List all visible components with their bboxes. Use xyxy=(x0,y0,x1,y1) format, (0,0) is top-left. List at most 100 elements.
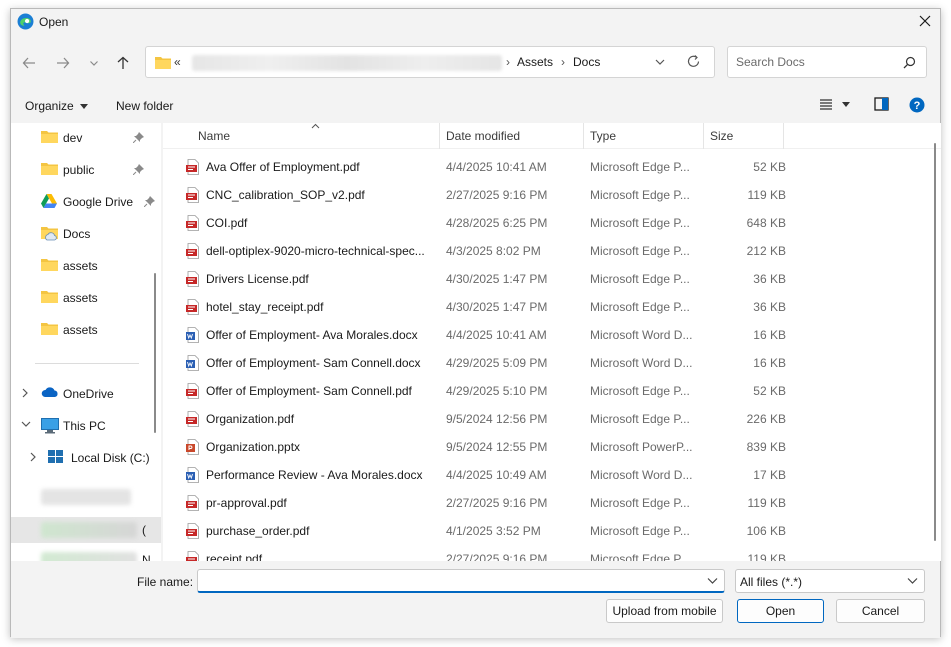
file-type-value: All files (*.*) xyxy=(740,575,803,589)
file-row[interactable]: Offer of Employment- Sam Connell.pdf 4/29… xyxy=(163,377,923,405)
close-button[interactable] xyxy=(910,9,940,33)
breadcrumb-assets[interactable]: Assets xyxy=(517,55,553,69)
file-date: 4/4/2025 10:49 AM xyxy=(446,468,547,482)
sidebar-item-this-pc[interactable]: This PC xyxy=(11,413,161,439)
sidebar-item-assets[interactable]: assets xyxy=(11,285,161,311)
file-row[interactable]: hotel_stay_receipt.pdf 4/30/2025 1:47 PM M… xyxy=(163,293,923,321)
file-date: 2/27/2025 9:16 PM xyxy=(446,552,548,561)
sidebar-item-google-drive[interactable]: Google Drive xyxy=(11,189,161,215)
file-row[interactable]: purchase_order.pdf 4/1/2025 3:52 PM Micros… xyxy=(163,517,923,545)
file-row[interactable]: COI.pdf 4/28/2025 6:25 PM Microsoft Edge P… xyxy=(163,209,923,237)
file-type: Microsoft Word D... xyxy=(590,328,693,342)
computer-icon xyxy=(41,418,59,434)
sidebar-item-dev[interactable]: dev xyxy=(11,125,161,151)
sidebar-item-redacted[interactable]: ( xyxy=(11,517,161,543)
file-row[interactable]: Ava Offer of Employment.pdf 4/4/2025 10:4… xyxy=(163,153,923,181)
pin-icon xyxy=(133,164,144,175)
file-name: Drivers License.pdf xyxy=(206,272,309,286)
sidebar-item-public[interactable]: public xyxy=(11,157,161,183)
chevron-right-icon[interactable] xyxy=(29,452,37,462)
file-row[interactable]: Organization.pdf 9/5/2024 12:56 PM Microso… xyxy=(163,405,923,433)
sidebar-item-assets[interactable]: assets xyxy=(11,317,161,343)
refresh-icon[interactable] xyxy=(686,54,701,69)
column-divider[interactable] xyxy=(439,123,440,149)
pdf-file-icon xyxy=(185,551,201,561)
column-name[interactable]: Name xyxy=(198,129,230,143)
new-folder-button[interactable]: New folder xyxy=(116,99,173,113)
sidebar-scrollbar[interactable] xyxy=(154,273,156,433)
file-name: purchase_order.pdf xyxy=(206,524,310,538)
file-row[interactable]: Organization.pptx 9/5/2024 12:55 PM Micros… xyxy=(163,433,923,461)
file-row[interactable]: Offer of Employment- Ava Morales.docx 4/4… xyxy=(163,321,923,349)
preview-pane-button[interactable] xyxy=(874,97,889,114)
organize-menu[interactable]: Organize xyxy=(25,99,89,113)
file-name: COI.pdf xyxy=(206,216,248,230)
sidebar-item-local-disk[interactable]: Local Disk (C:) xyxy=(11,445,161,471)
sidebar-divider xyxy=(35,363,139,364)
column-type[interactable]: Type xyxy=(590,129,616,143)
column-date-modified[interactable]: Date modified xyxy=(446,129,520,143)
file-size: 119 KB xyxy=(747,552,786,561)
breadcrumb-overflow[interactable]: « xyxy=(174,55,181,69)
cloud-folder-icon xyxy=(41,227,58,241)
file-name-combobox[interactable] xyxy=(197,569,725,593)
pdf-file-icon xyxy=(185,215,201,234)
chevron-down-icon[interactable] xyxy=(707,577,718,585)
file-row[interactable]: Drivers License.pdf 4/30/2025 1:47 PM Micr… xyxy=(163,265,923,293)
dialog-footer: File name: All files (*.*) Upload from m… xyxy=(11,561,940,638)
file-name-input[interactable] xyxy=(202,573,692,589)
column-divider[interactable] xyxy=(583,123,584,149)
help-button[interactable]: ? xyxy=(909,97,925,116)
file-row[interactable]: pr-approval.pdf 2/27/2025 9:16 PM Microsof… xyxy=(163,489,923,517)
cancel-button[interactable]: Cancel xyxy=(836,599,925,623)
file-row[interactable]: Offer of Employment- Sam Connell.docx 4/2… xyxy=(163,349,923,377)
folder-icon xyxy=(41,323,58,335)
folder-icon xyxy=(41,291,58,303)
column-divider[interactable] xyxy=(703,123,704,149)
file-type: Microsoft PowerP... xyxy=(590,440,693,454)
pdf-file-icon xyxy=(185,383,201,402)
forward-button[interactable] xyxy=(52,52,74,74)
breadcrumb-docs[interactable]: Docs xyxy=(573,55,600,69)
file-type: Microsoft Edge P... xyxy=(590,188,690,202)
view-options-button[interactable] xyxy=(819,97,851,114)
file-date: 4/1/2025 3:52 PM xyxy=(446,524,541,538)
chevron-down-icon[interactable] xyxy=(21,420,31,428)
file-row[interactable]: Performance Review - Ava Morales.docx 4/4… xyxy=(163,461,923,489)
upload-from-mobile-button[interactable]: Upload from mobile xyxy=(606,599,723,623)
caret-down-icon xyxy=(842,102,851,107)
sidebar-item-redacted[interactable]: N xyxy=(11,547,161,561)
column-divider[interactable] xyxy=(783,123,784,149)
chevron-down-icon[interactable] xyxy=(654,56,666,68)
up-button[interactable] xyxy=(112,52,134,74)
back-button[interactable] xyxy=(18,52,40,74)
file-row[interactable]: CNC_calibration_SOP_v2.pdf 2/27/2025 9:16… xyxy=(163,181,923,209)
redacted-label xyxy=(41,552,137,561)
search-input[interactable] xyxy=(736,54,896,70)
recent-locations-button[interactable] xyxy=(83,52,105,74)
redacted-item xyxy=(41,489,131,505)
file-list-scrollbar[interactable] xyxy=(934,143,936,541)
file-size: 16 KB xyxy=(753,356,786,370)
file-date: 4/4/2025 10:41 AM xyxy=(446,328,547,342)
sidebar-item-onedrive[interactable]: OneDrive xyxy=(11,381,161,407)
open-button[interactable]: Open xyxy=(737,599,824,623)
drive-icon xyxy=(48,450,63,463)
file-name: Offer of Employment- Ava Morales.docx xyxy=(206,328,418,342)
file-row[interactable]: dell-optiplex-9020-micro-technical-spec.… xyxy=(163,237,923,265)
redacted-label xyxy=(41,522,137,538)
file-row[interactable]: receipt.pdf 2/27/2025 9:16 PM Microsoft Ed… xyxy=(163,545,923,561)
file-size: 226 KB xyxy=(746,412,786,426)
file-name: Ava Offer of Employment.pdf xyxy=(206,160,360,174)
sidebar-item-docs[interactable]: Docs xyxy=(11,221,161,247)
chevron-right-icon[interactable] xyxy=(21,388,29,398)
search-box[interactable] xyxy=(727,46,927,78)
file-size: 36 KB xyxy=(753,272,786,286)
file-type-filter[interactable]: All files (*.*) xyxy=(735,569,925,593)
chevron-down-icon xyxy=(90,61,98,66)
sidebar-item-assets[interactable]: assets xyxy=(11,253,161,279)
title-bar: Open xyxy=(11,9,940,35)
column-size[interactable]: Size xyxy=(710,129,733,143)
address-bar[interactable]: « › Assets › Docs xyxy=(145,46,715,78)
file-name: Performance Review - Ava Morales.docx xyxy=(206,468,423,482)
